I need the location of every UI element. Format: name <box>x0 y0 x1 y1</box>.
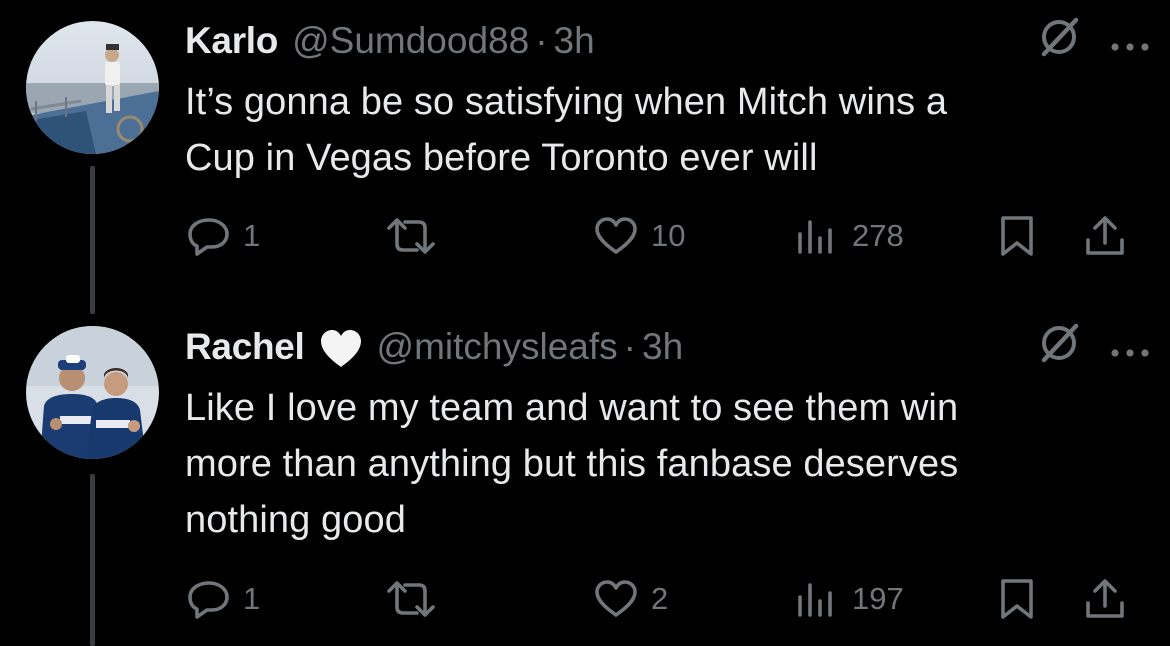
user-handle[interactable]: @Sumdood88 <box>292 20 529 62</box>
repost-button[interactable] <box>385 211 449 261</box>
reply-count: 1 <box>243 581 261 616</box>
share-button[interactable] <box>1083 574 1127 624</box>
like-count: 2 <box>651 581 669 616</box>
reply-count: 1 <box>243 218 261 253</box>
timestamp[interactable]: 3h <box>554 20 595 62</box>
views-button[interactable]: 278 <box>796 211 904 261</box>
like-count: 10 <box>651 218 686 253</box>
two-players-photo-avatar <box>26 326 159 459</box>
share-icon <box>1086 579 1124 618</box>
views-icon <box>798 220 832 254</box>
heart-icon <box>595 580 637 617</box>
separator-dot: · <box>623 326 636 367</box>
tweet-text-line: more than anything but this fanbase dese… <box>185 443 959 485</box>
repost-icon <box>387 581 435 617</box>
bookmark-button[interactable] <box>997 574 1037 624</box>
tweet-actions: 1 10 278 <box>185 211 1145 261</box>
tweet-text-line: nothing good <box>185 499 406 541</box>
timestamp[interactable]: 3h <box>642 326 683 368</box>
user-handle[interactable]: @mitchysleafs <box>377 326 618 368</box>
bookmark-icon <box>1001 579 1033 619</box>
heart-icon <box>595 217 637 254</box>
repost-button[interactable] <box>385 574 449 624</box>
tweet-header: Karlo @Sumdood88 · 3h <box>185 16 1150 66</box>
header-actions <box>1036 322 1150 372</box>
reply-icon <box>188 581 229 619</box>
like-button[interactable]: 2 <box>593 574 668 624</box>
tweet-karlo[interactable]: Karlo @Sumdood88 · 3h It’s gonna be so s… <box>0 0 1170 310</box>
views-icon <box>798 583 832 617</box>
tweet-header: Rachel @mitchysleafs · 3h <box>185 322 1150 372</box>
share-button[interactable] <box>1083 211 1127 261</box>
header-actions <box>1036 16 1150 66</box>
views-button[interactable]: 197 <box>796 574 904 624</box>
like-button[interactable]: 10 <box>593 211 685 261</box>
more-options-icon[interactable] <box>1110 20 1150 62</box>
reply-button[interactable]: 1 <box>187 211 260 261</box>
reply-icon <box>188 218 229 256</box>
tweet-actions: 1 2 197 <box>185 574 1145 624</box>
white-heart-icon <box>319 329 363 369</box>
person-on-boat-photo-avatar <box>26 21 159 154</box>
view-count: 197 <box>852 581 904 616</box>
tweet-text: Like I love my team and want to see them… <box>185 380 1145 548</box>
tweet-text-line: Like I love my team and want to see them… <box>185 387 959 429</box>
display-name[interactable]: Rachel <box>185 326 305 368</box>
avatar[interactable] <box>26 326 159 459</box>
bookmark-icon <box>1001 216 1033 256</box>
grok-icon[interactable] <box>1036 320 1082 375</box>
separator-dot: · <box>535 20 548 61</box>
display-name[interactable]: Karlo <box>185 20 278 62</box>
tweet-text: It’s gonna be so satisfying when Mitch w… <box>185 74 1145 186</box>
avatar[interactable] <box>26 21 159 154</box>
tweet-text-line: It’s gonna be so satisfying when Mitch w… <box>185 81 948 123</box>
grok-icon[interactable] <box>1036 14 1082 69</box>
reply-button[interactable]: 1 <box>187 574 260 624</box>
more-options-icon[interactable] <box>1110 326 1150 368</box>
view-count: 278 <box>852 218 904 253</box>
share-icon <box>1086 216 1124 255</box>
tweet-text-line: Cup in Vegas before Toronto ever will <box>185 137 818 179</box>
bookmark-button[interactable] <box>997 211 1037 261</box>
repost-icon <box>387 218 435 254</box>
tweet-rachel[interactable]: Rachel @mitchysleafs · 3h Like I love my… <box>0 310 1170 646</box>
